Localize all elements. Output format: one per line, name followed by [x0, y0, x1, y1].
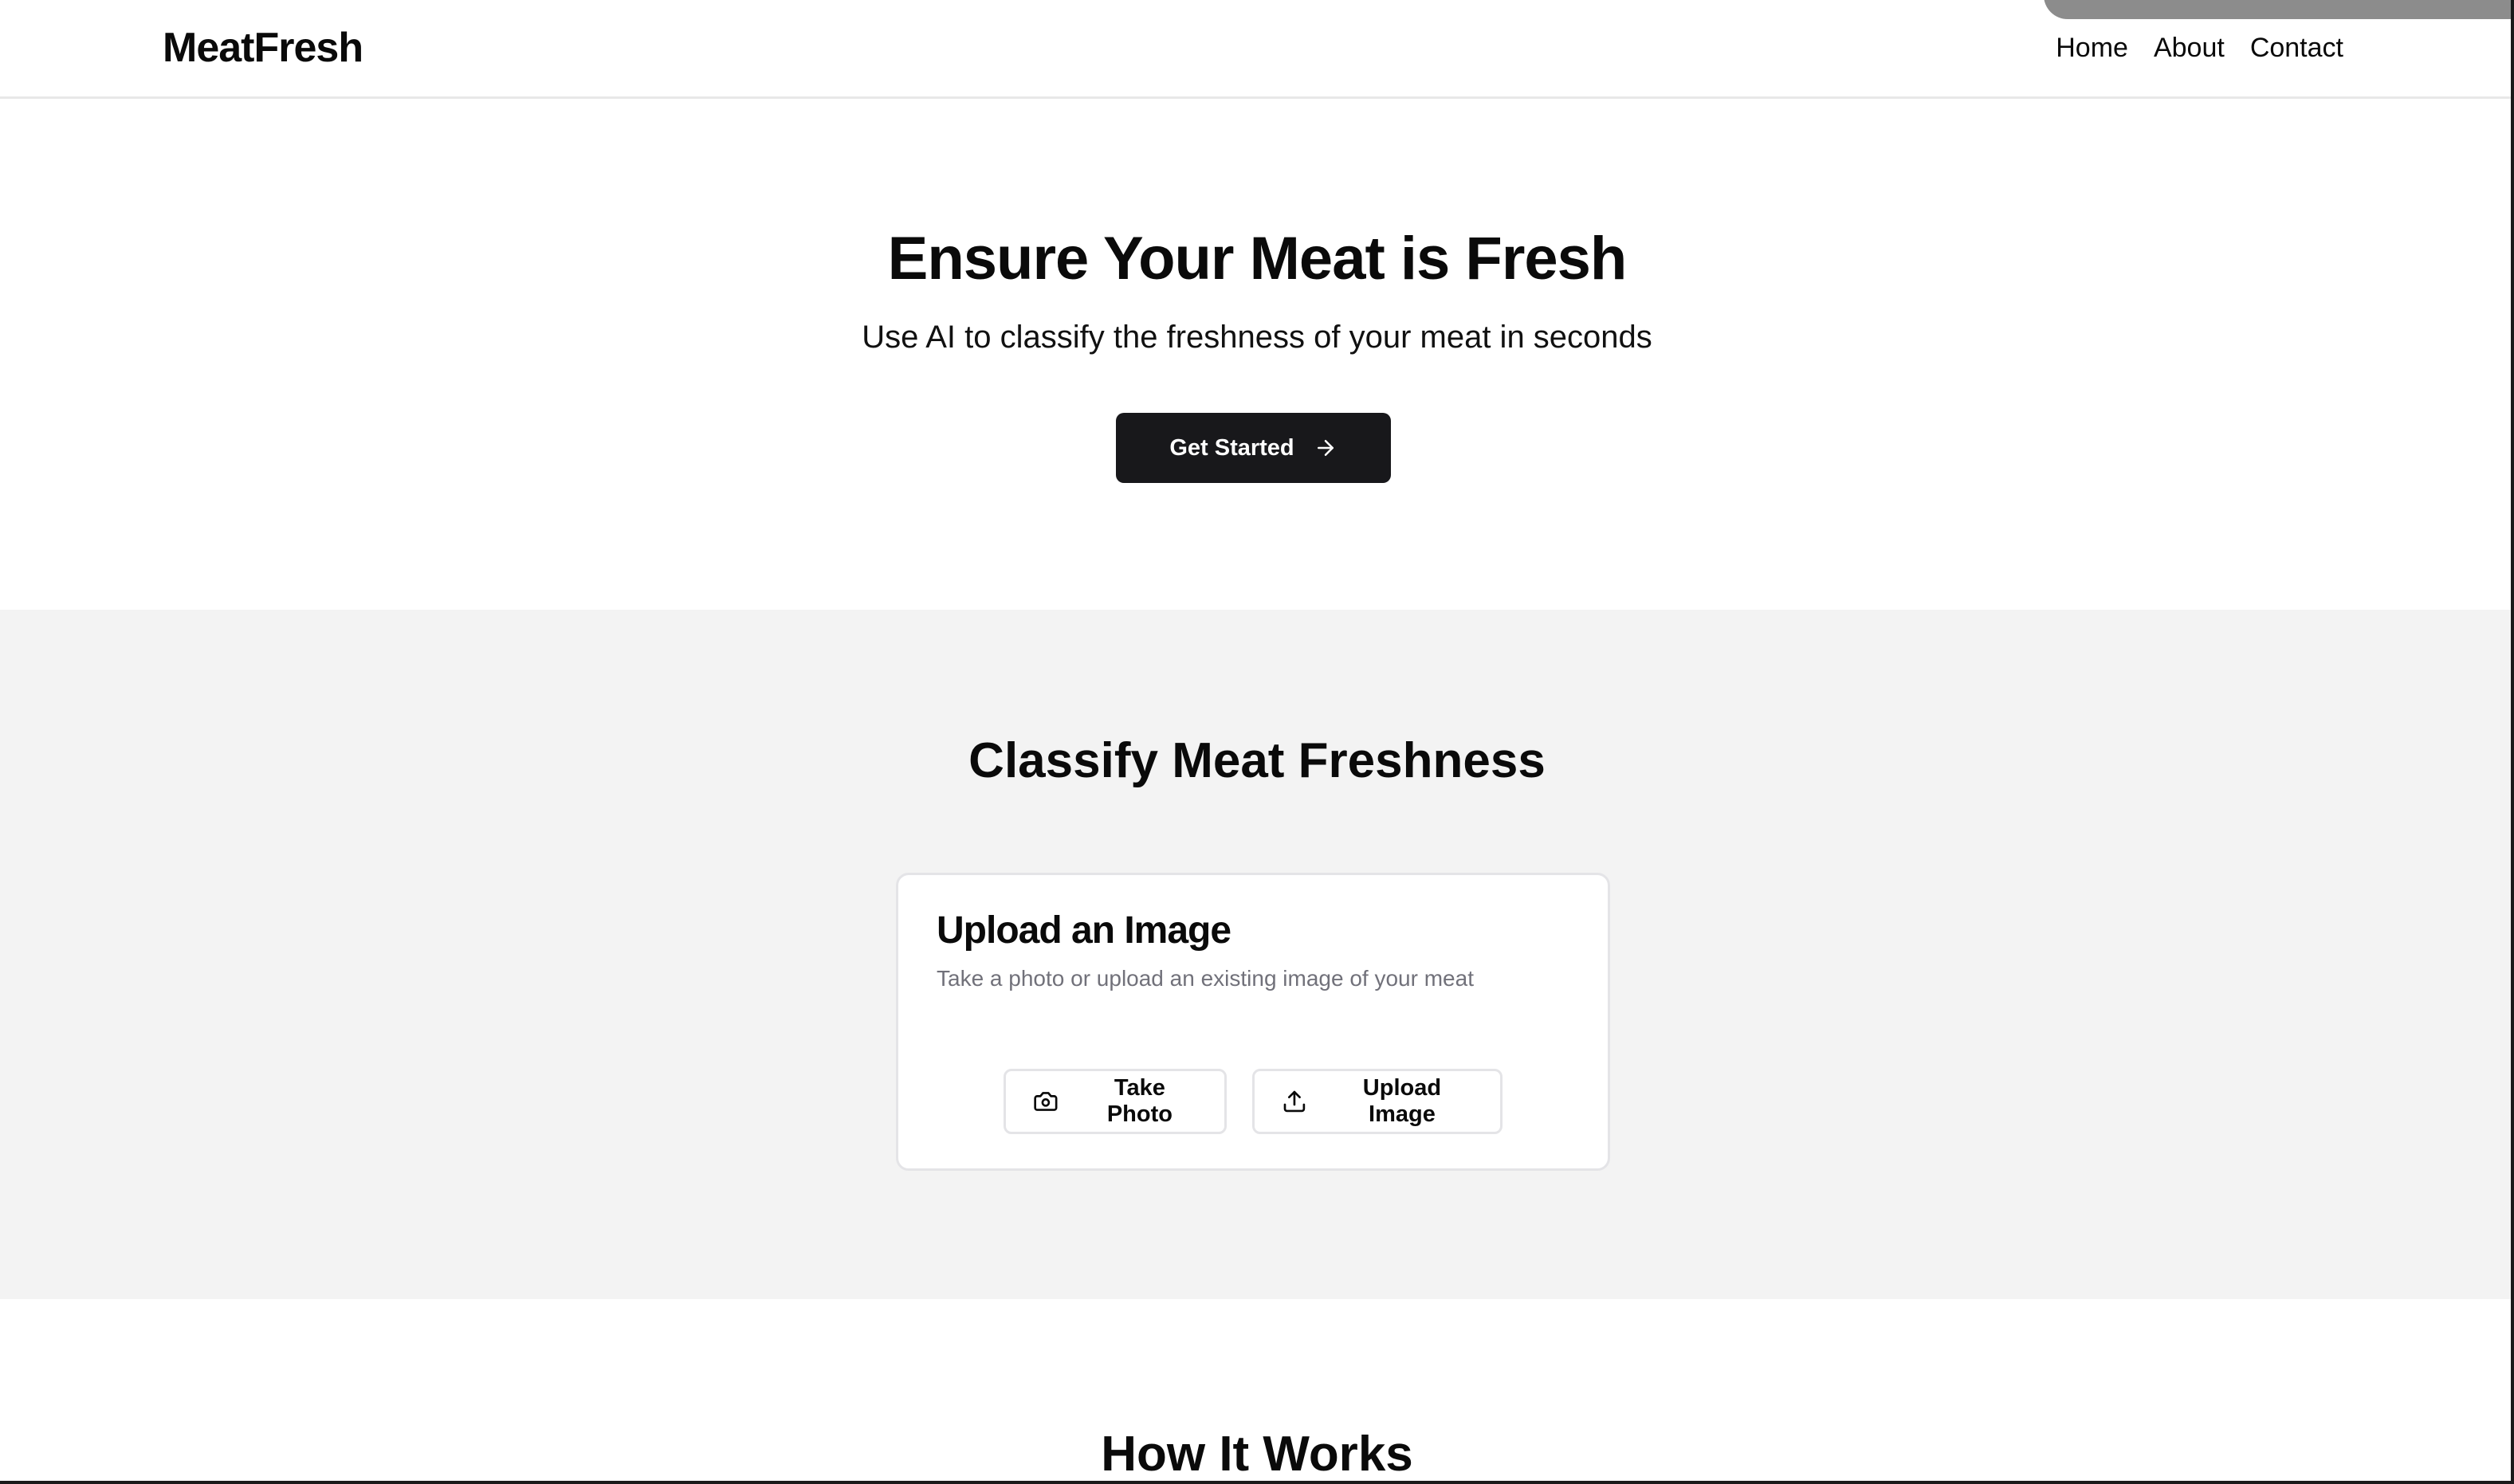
get-started-button[interactable]: Get Started — [1116, 413, 1391, 483]
page: MeatFresh Home About Contact Ensure Your… — [0, 0, 2514, 1484]
camera-icon — [1034, 1092, 1058, 1111]
how-it-works-section: How It Works — [0, 1299, 2514, 1484]
upload-image-button[interactable]: Upload Image — [1252, 1069, 1503, 1134]
upload-image-label: Upload Image — [1362, 1075, 1442, 1127]
brand-logo[interactable]: MeatFresh — [163, 22, 363, 73]
hero-section: Ensure Your Meat is Fresh Use AI to clas… — [0, 101, 2514, 610]
hero-subtitle: Use AI to classify the freshness of your… — [862, 320, 1652, 355]
window-edge-bottom — [0, 1481, 2514, 1484]
window-edge-right — [2511, 0, 2514, 1484]
card-title: Upload an Image — [937, 909, 1231, 952]
nav-link-contact[interactable]: Contact — [2250, 29, 2343, 67]
classify-section: Classify Meat Freshness Upload an Image … — [0, 610, 2514, 1299]
take-photo-button[interactable]: Take Photo — [1004, 1069, 1227, 1134]
site-header: MeatFresh Home About Contact — [0, 0, 2514, 99]
how-it-works-title: How It Works — [1101, 1427, 1413, 1482]
card-actions: Take Photo Upload Image — [898, 1069, 1608, 1134]
main-nav: Home About Contact — [2056, 29, 2343, 67]
card-description: Take a photo or upload an existing image… — [937, 966, 1474, 991]
nav-link-home[interactable]: Home — [2056, 29, 2128, 67]
upload-card: Upload an Image Take a photo or upload a… — [896, 873, 1610, 1171]
classify-title: Classify Meat Freshness — [968, 733, 1546, 788]
upload-icon — [1283, 1090, 1306, 1113]
nav-link-about[interactable]: About — [2154, 29, 2225, 67]
hero-title: Ensure Your Meat is Fresh — [887, 225, 1628, 292]
overlay-tab — [2044, 0, 2514, 19]
take-photo-label: Take Photo — [1106, 1075, 1173, 1127]
get-started-label: Get Started — [1169, 434, 1294, 461]
arrow-right-icon — [1317, 440, 1334, 456]
